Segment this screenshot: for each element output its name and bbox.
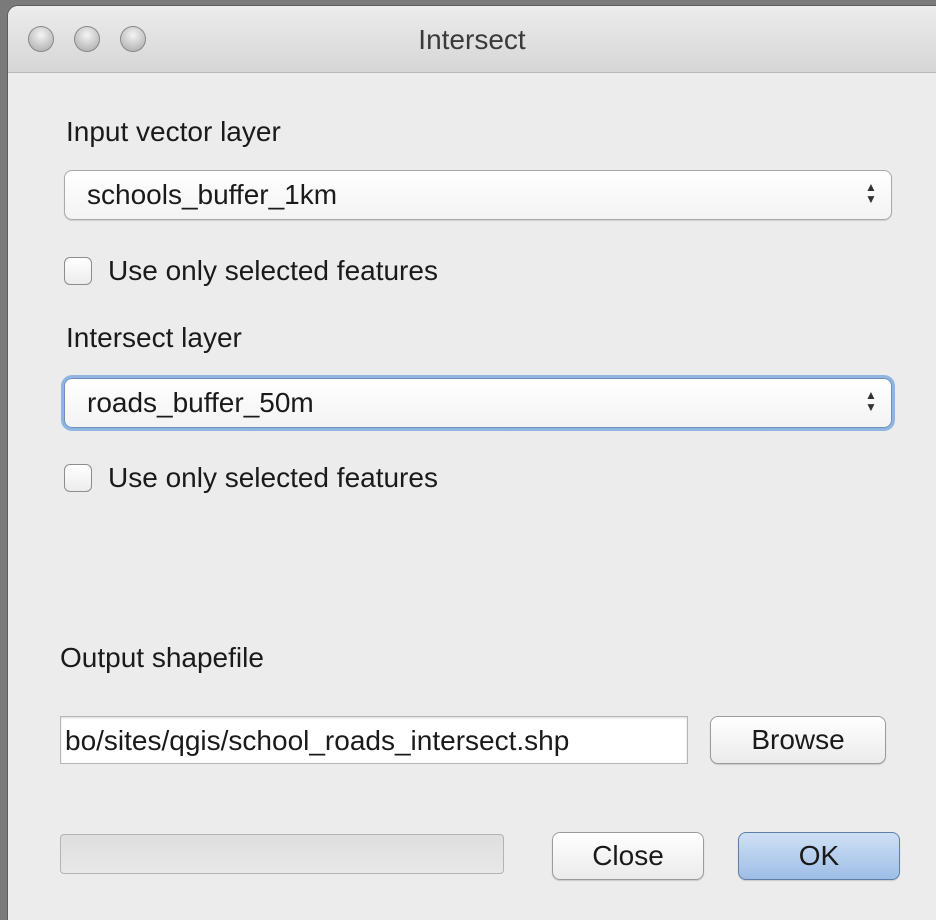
input-layer-label: Input vector layer [66, 116, 281, 147]
intersect-layer-select[interactable]: roads_buffer_50m ▲ ▼ [64, 378, 892, 428]
close-button[interactable]: Close [552, 832, 704, 880]
browse-button[interactable]: Browse [710, 716, 886, 764]
intersect-dialog: Intersect Input vector layer schools_buf… [8, 6, 936, 920]
window-title: Intersect [418, 24, 526, 55]
input-use-selected-label: Use only selected features [108, 255, 438, 286]
ok-button[interactable]: OK [738, 832, 900, 880]
select-arrows-icon: ▲ ▼ [865, 180, 877, 206]
progress-bar [60, 834, 504, 874]
intersect-layer-label: Intersect layer [66, 322, 242, 353]
title-bar: Intersect [8, 6, 936, 73]
input-layer-value: schools_buffer_1km [87, 179, 338, 210]
input-layer-select[interactable]: schools_buffer_1km ▲ ▼ [64, 170, 892, 220]
intersect-layer-value: roads_buffer_50m [87, 387, 314, 418]
output-path-text: bo/sites/qgis/school_roads_intersect.shp [65, 725, 570, 756]
intersect-use-selected-label: Use only selected features [108, 462, 438, 493]
select-arrows-icon: ▲ ▼ [865, 388, 877, 414]
input-use-selected-checkbox[interactable] [64, 257, 92, 285]
output-shapefile-label: Output shapefile [60, 642, 264, 673]
intersect-use-selected-checkbox[interactable] [64, 464, 92, 492]
output-path-input[interactable]: bo/sites/qgis/school_roads_intersect.shp [60, 716, 688, 764]
